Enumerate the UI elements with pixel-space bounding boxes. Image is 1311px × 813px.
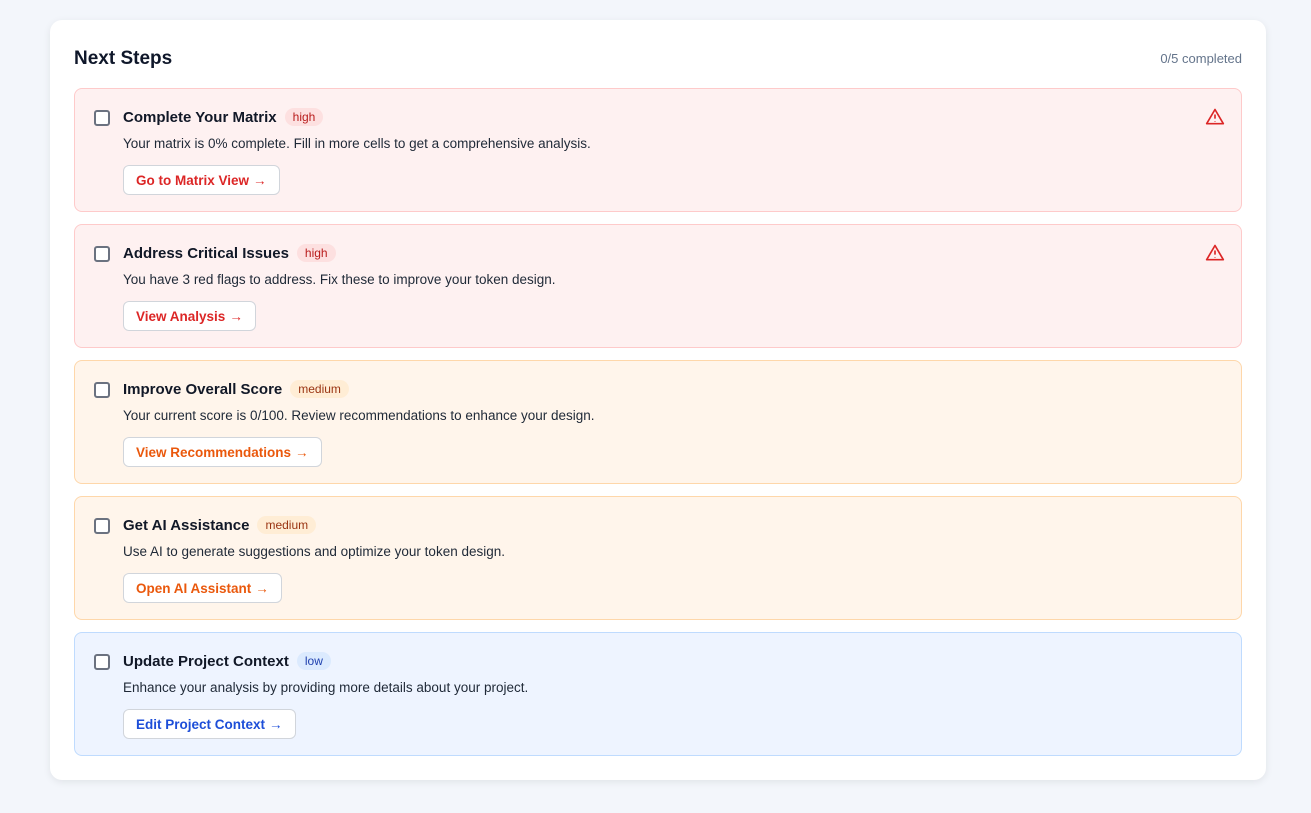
button-label: Open AI Assistant xyxy=(136,580,252,596)
step-title: Improve Overall Score xyxy=(123,380,283,398)
priority-badge: high xyxy=(284,108,324,126)
edit-project-context-button[interactable]: Edit Project Context → xyxy=(123,709,296,739)
button-label: Go to Matrix View xyxy=(136,172,250,188)
view-analysis-button[interactable]: View Analysis → xyxy=(123,301,256,331)
step-checkbox[interactable] xyxy=(94,518,110,534)
warning-icon xyxy=(1205,108,1225,125)
step-title: Address Critical Issues xyxy=(123,244,289,262)
step-item: Address Critical Issues high You have 3 r… xyxy=(74,224,1242,348)
step-description: Use AI to generate suggestions and optim… xyxy=(123,544,505,559)
arrow-right-icon: → xyxy=(229,308,243,324)
step-checkbox[interactable] xyxy=(94,110,110,126)
step-item: Get AI Assistance medium Use AI to genera… xyxy=(74,496,1242,620)
priority-badge: medium xyxy=(257,516,317,534)
step-checkbox[interactable] xyxy=(94,654,110,670)
completion-count: 0/5 completed xyxy=(1160,51,1242,66)
steps-list: Complete Your Matrix high Your matrix is … xyxy=(74,88,1242,768)
step-title: Update Project Context xyxy=(123,652,289,670)
step-title: Get AI Assistance xyxy=(123,516,250,534)
step-description: You have 3 red flags to address. Fix the… xyxy=(123,272,556,287)
step-description: Your current score is 0/100. Review reco… xyxy=(123,408,595,423)
warning-icon xyxy=(1205,244,1225,261)
step-checkbox[interactable] xyxy=(94,246,110,262)
arrow-right-icon: → xyxy=(255,580,269,596)
open-ai-assistant-button[interactable]: Open AI Assistant → xyxy=(123,573,282,603)
step-item: Update Project Context low Enhance your a… xyxy=(74,632,1242,756)
priority-badge: medium xyxy=(290,380,349,398)
card-title: Next Steps xyxy=(74,48,173,69)
arrow-right-icon: → xyxy=(269,716,283,732)
view-recommendations-button[interactable]: View Recommendations → xyxy=(123,437,322,467)
button-label: View Recommendations xyxy=(136,444,292,460)
step-description: Your matrix is 0% complete. Fill in more… xyxy=(123,136,591,151)
step-description: Enhance your analysis by providing more … xyxy=(123,680,529,695)
step-title: Complete Your Matrix xyxy=(123,108,277,126)
go-to-matrix-view-button[interactable]: Go to Matrix View → xyxy=(123,165,280,195)
priority-badge: high xyxy=(296,244,336,262)
arrow-right-icon: → xyxy=(253,172,267,188)
arrow-right-icon: → xyxy=(295,444,309,460)
priority-badge: low xyxy=(296,652,331,670)
step-item: Improve Overall Score medium Your current… xyxy=(74,360,1242,484)
step-checkbox[interactable] xyxy=(94,382,110,398)
step-item: Complete Your Matrix high Your matrix is … xyxy=(74,88,1242,212)
button-label: View Analysis xyxy=(136,308,226,324)
next-steps-card: Next Steps 0/5 completed Complete Your M… xyxy=(50,20,1266,780)
button-label: Edit Project Context xyxy=(136,716,266,732)
